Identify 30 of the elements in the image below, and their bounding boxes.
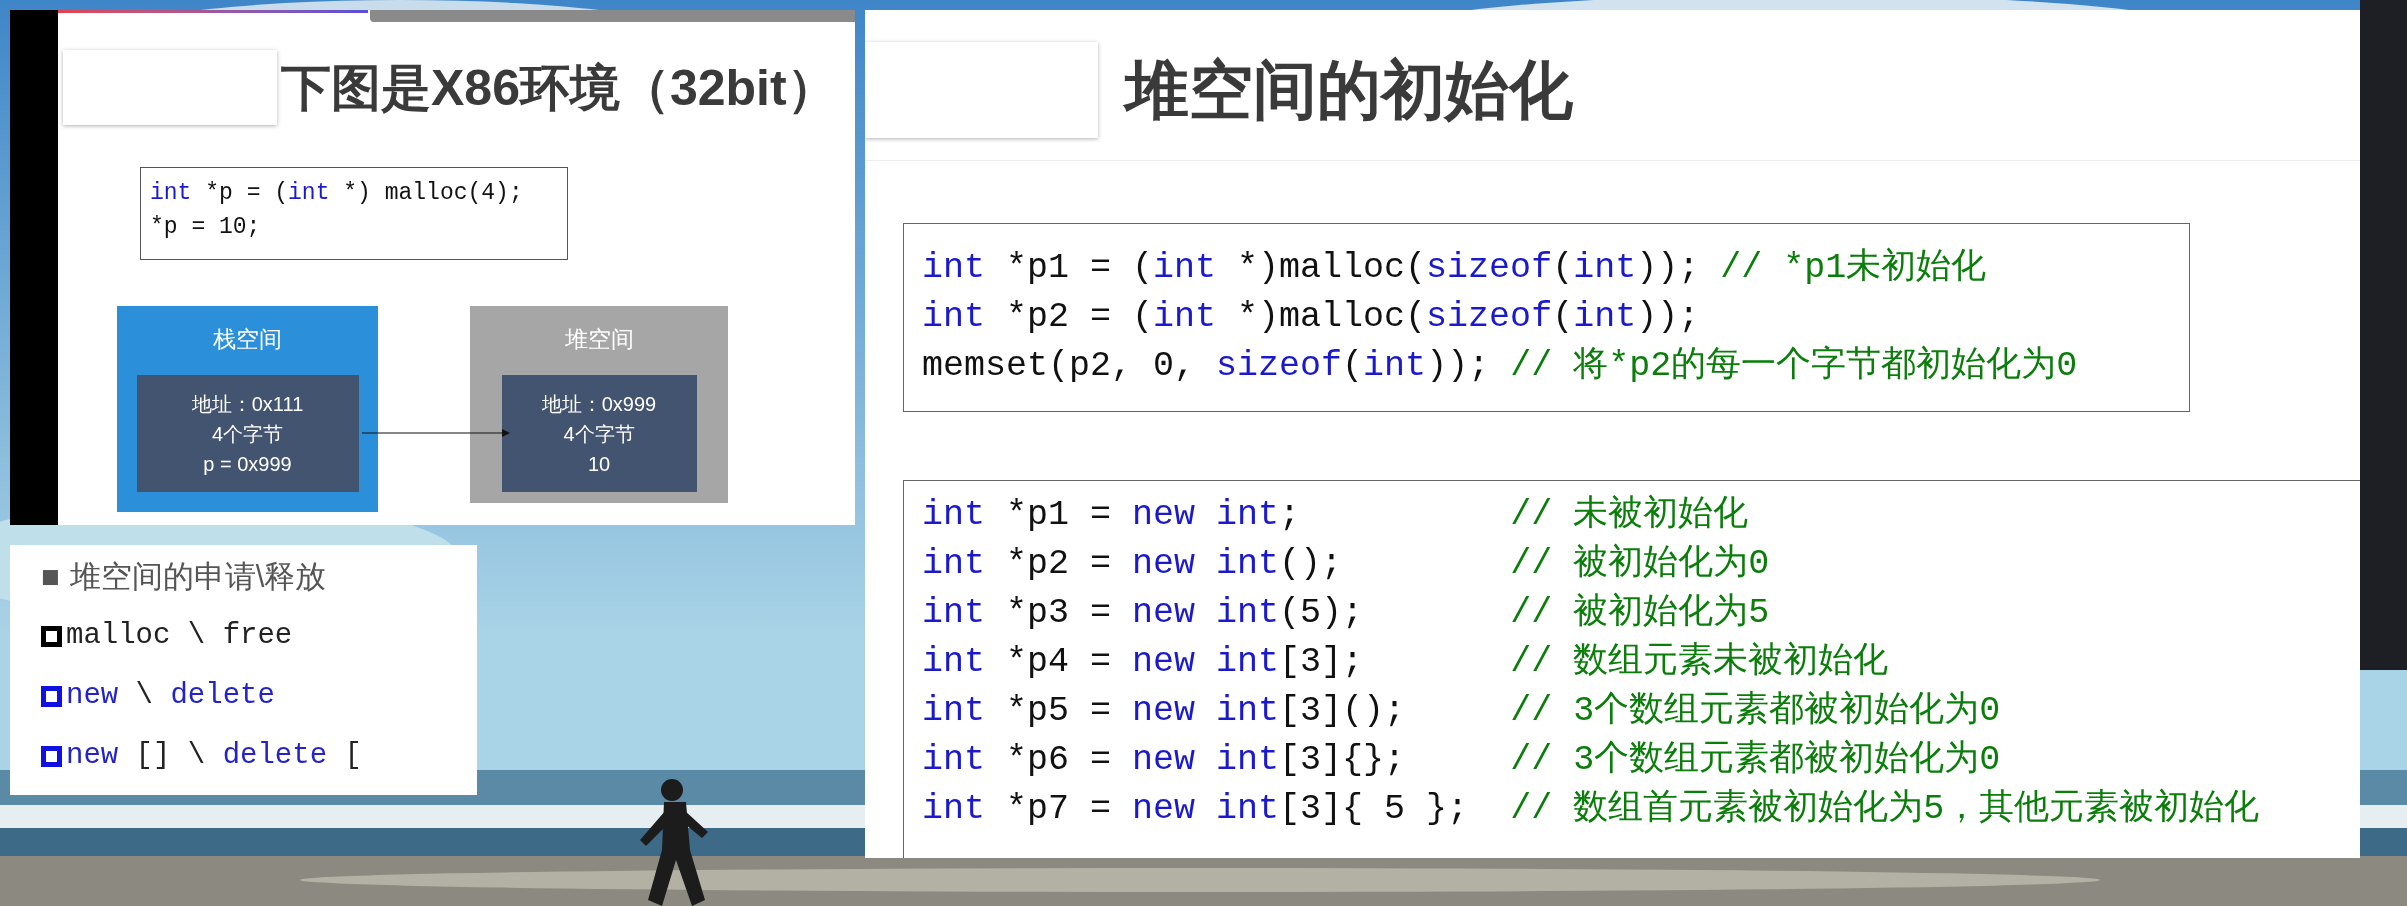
code-line: int *p = (int *) malloc(4); <box>150 179 523 208</box>
cell-text: 4个字节 <box>211 421 284 447</box>
square-bullet-icon <box>41 685 62 707</box>
block-label: 堆空间 <box>564 328 634 351</box>
code-line: int *p5 = new int[3](); // 3个数组元素都被初始化为0 <box>922 689 2001 733</box>
code-line: int *p4 = new int[3]; // 数组元素未被初始化 <box>922 640 1889 684</box>
cell-text: 地址：0x999 <box>541 391 657 417</box>
slide-title: 下图是X86环境（32bit） <box>281 62 837 113</box>
code-line: int *p1 = (int *)malloc(sizeof(int)); // *p1未初始化 <box>922 246 1987 290</box>
code-line: int *p6 = new int[3]{}; // 3个数组元素都被初始化为0 <box>922 738 2001 782</box>
code-line: int *p2 = new int(); // 被初始化为0 <box>922 542 1770 586</box>
slide-title: 堆空间的初始化 <box>1125 58 1573 122</box>
outline-heading: 堆空间的申请\释放 <box>69 561 327 592</box>
cell-text: p = 0x999 <box>203 451 292 477</box>
outline-item: malloc \ free <box>66 618 293 654</box>
block-label: 栈空间 <box>213 328 282 351</box>
square-bullet-icon <box>41 625 62 647</box>
outline-item: new [] \ delete [ <box>66 738 362 774</box>
square-bullet-icon <box>41 745 62 767</box>
outline-item: new \ delete <box>66 678 275 714</box>
heading-marker: ■ <box>41 561 60 592</box>
code-line: memset(p2, 0, sizeof(int)); // 将*p2的每一个字节都初始化为0 <box>922 344 2078 388</box>
code-line: int *p3 = new int(5); // 被初始化为5 <box>922 591 1770 635</box>
cell-text: 地址：0x111 <box>191 391 304 417</box>
code-line: *p = 10; <box>150 213 261 242</box>
code-line: int *p7 = new int[3]{ 5 }; // 数组首元素被初始化为5，其他元素被初始化 <box>922 787 2260 831</box>
cell-text: 4个字节 <box>563 421 635 447</box>
code-line: int *p2 = (int *)malloc(sizeof(int)); <box>922 296 1700 339</box>
code-line: int *p1 = new int; // 未被初始化 <box>922 493 1749 537</box>
cell-text: 10 <box>587 451 611 477</box>
